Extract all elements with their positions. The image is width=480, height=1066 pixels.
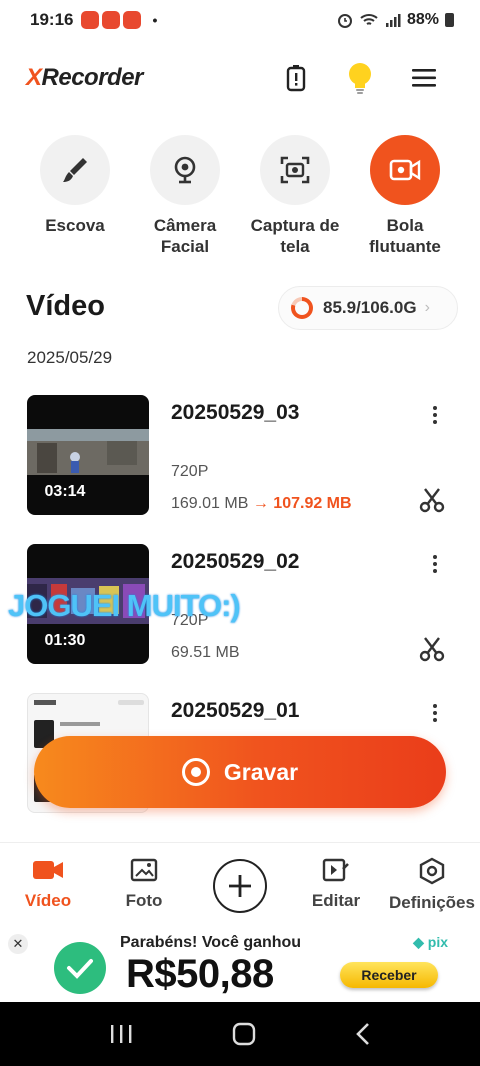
settings-hexagon-icon xyxy=(419,857,445,885)
video-duration: 03:14 xyxy=(44,483,86,500)
edit-video-icon xyxy=(322,858,349,882)
ad-amount: R$50,88 xyxy=(126,952,274,996)
battery-percent: 88% xyxy=(406,11,439,28)
notification-dot: • xyxy=(152,12,158,28)
signal-icon xyxy=(385,14,401,27)
nav-label: Vídeo xyxy=(24,891,72,910)
add-circle xyxy=(213,858,267,913)
notification-app-icon xyxy=(102,11,121,29)
back-icon[interactable] xyxy=(355,1022,371,1046)
plus-icon xyxy=(229,874,251,897)
nav-edit[interactable]: Editar xyxy=(288,843,384,928)
brush-icon xyxy=(63,158,87,182)
home-icon[interactable] xyxy=(232,1022,256,1046)
bottom-nav: Vídeo Foto Editar Definições xyxy=(0,842,480,928)
tool-screenshot[interactable]: Captura de tela xyxy=(240,135,350,257)
app-logo: XRecorder xyxy=(26,64,143,91)
photo-icon xyxy=(130,858,158,882)
ad-headline: Parabéns! Você ganhou xyxy=(120,934,302,951)
tips-button[interactable] xyxy=(328,56,392,100)
more-options-button[interactable] xyxy=(423,401,447,429)
check-icon xyxy=(54,942,106,994)
date-header: 2025/05/29 xyxy=(27,348,113,367)
nav-video[interactable]: Vídeo xyxy=(0,843,96,928)
tool-circle xyxy=(150,135,220,205)
nav-add[interactable] xyxy=(192,843,288,928)
nav-settings[interactable]: Definições xyxy=(384,843,480,928)
screenshot-icon xyxy=(280,156,310,184)
tool-circle xyxy=(40,135,110,205)
tool-circle xyxy=(370,135,440,205)
video-resolution: 720P xyxy=(171,463,209,480)
record-label: Gravar xyxy=(223,758,299,785)
video-title: 20250529_02 xyxy=(171,550,300,573)
video-title: 20250529_03 xyxy=(171,401,300,424)
pix-logo: ◆ pix xyxy=(413,934,448,950)
nav-label: Foto xyxy=(125,891,163,910)
video-frame xyxy=(27,429,149,475)
nav-label: Definições xyxy=(389,893,475,912)
video-size: 169.01 MB → 107.92 MB xyxy=(171,495,352,512)
storage-ring-icon xyxy=(291,297,313,319)
status-bar: 19:16 • 88% xyxy=(0,0,480,40)
recent-apps-icon[interactable] xyxy=(109,1023,133,1045)
nav-photo[interactable]: Foto xyxy=(96,843,192,928)
record-button[interactable]: Gravar xyxy=(34,736,446,808)
system-nav-bar xyxy=(0,1002,480,1066)
app-header: XRecorder xyxy=(26,56,456,100)
record-icon xyxy=(181,758,210,786)
webcam-icon xyxy=(174,156,196,184)
scissors-icon[interactable] xyxy=(419,487,445,513)
app-screen: 19:16 • 88% XRecorder Escova Câmera Faci… xyxy=(0,0,480,1066)
status-time: 19:16 xyxy=(30,10,74,29)
lightbulb-icon xyxy=(349,63,371,94)
overlay-annotation-text: JOGUEI MUITO:) xyxy=(8,588,241,623)
tools-row: Escova Câmera Facial Captura de tela Bol… xyxy=(20,135,460,257)
tool-floating-ball[interactable]: Bola flutuante xyxy=(350,135,460,257)
more-options-button[interactable] xyxy=(423,550,447,578)
status-right: 88% xyxy=(337,11,454,29)
tool-label: Escova xyxy=(45,216,105,235)
ad-banner[interactable]: ✕ Parabéns! Você ganhou R$50,88 ◆ pix Re… xyxy=(0,928,480,1002)
video-duration: 01:30 xyxy=(44,632,86,649)
video-size: 69.51 MB xyxy=(171,644,240,661)
video-thumbnail[interactable]: 03:14 xyxy=(27,395,149,515)
floating-ball-icon xyxy=(389,159,421,181)
tool-brush[interactable]: Escova xyxy=(20,135,130,257)
ad-receive-button[interactable]: Receber xyxy=(340,962,438,988)
compressed-size: 107.92 MB xyxy=(273,495,352,512)
storage-text: 85.9/106.0G xyxy=(323,298,417,317)
tool-label: Bola flutuante xyxy=(369,216,441,256)
video-camera-icon xyxy=(33,861,63,879)
storage-button[interactable]: 85.9/106.0G › xyxy=(278,286,458,330)
more-options-button[interactable] xyxy=(423,699,447,727)
video-item[interactable]: 03:14 20250529_03 720P 169.01 MB → 107.9… xyxy=(27,395,457,517)
battery-alert-icon xyxy=(286,65,306,92)
tool-label: Captura de tela xyxy=(250,216,340,256)
nav-label: Editar xyxy=(311,891,361,910)
battery-icon xyxy=(445,13,454,27)
menu-button[interactable] xyxy=(392,56,456,100)
section-title: Vídeo xyxy=(26,290,105,322)
battery-alert-button[interactable] xyxy=(264,56,328,100)
notification-app-icon xyxy=(123,11,142,29)
wifi-icon xyxy=(360,14,378,25)
alarm-icon xyxy=(337,14,352,28)
scissors-icon[interactable] xyxy=(419,636,445,662)
video-title: 20250529_01 xyxy=(171,699,300,722)
hamburger-icon xyxy=(412,69,436,87)
tool-circle xyxy=(260,135,330,205)
chevron-right-icon: › xyxy=(424,299,430,316)
tool-label: Câmera Facial xyxy=(153,216,217,256)
ad-close-button[interactable]: ✕ xyxy=(8,934,28,954)
tool-facecam[interactable]: Câmera Facial xyxy=(130,135,240,257)
notification-app-icon xyxy=(81,11,100,29)
